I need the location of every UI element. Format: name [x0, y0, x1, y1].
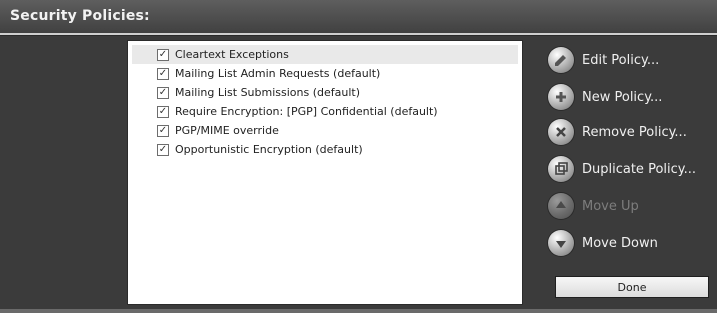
list-item[interactable]: ✓ Mailing List Admin Requests (default) [132, 64, 518, 83]
duplicate-policy-label: Duplicate Policy... [582, 161, 697, 177]
policy-label: PGP/MIME override [175, 124, 279, 137]
duplicate-icon [548, 156, 574, 182]
list-item[interactable]: ✓ Mailing List Submissions (default) [132, 83, 518, 102]
list-item[interactable]: ✓ PGP/MIME override [132, 121, 518, 140]
policy-checkbox[interactable]: ✓ [157, 124, 169, 137]
list-item[interactable]: ✓ Opportunistic Encryption (default) [132, 140, 518, 159]
policy-checkbox[interactable]: ✓ [157, 105, 169, 118]
arrow-up-icon [548, 193, 574, 219]
new-policy-label: New Policy... [582, 89, 663, 105]
x-icon [548, 119, 574, 145]
plus-icon [548, 84, 574, 110]
title-bar: Security Policies: [0, 0, 717, 36]
remove-policy-button[interactable]: Remove Policy... [548, 116, 713, 148]
window-title: Security Policies: [10, 8, 150, 24]
done-button[interactable]: Done [555, 276, 709, 298]
move-down-label: Move Down [582, 235, 658, 251]
policy-checkbox[interactable]: ✓ [157, 86, 169, 99]
window-bottom-edge [0, 309, 717, 313]
security-policies-window: Security Policies: ✓ Cleartext Exception… [0, 0, 717, 313]
arrow-down-icon [548, 230, 574, 256]
policy-checkbox[interactable]: ✓ [157, 48, 169, 61]
list-item[interactable]: ✓ Cleartext Exceptions [132, 45, 518, 64]
new-policy-button[interactable]: New Policy... [548, 81, 713, 113]
move-down-button[interactable]: Move Down [548, 227, 713, 259]
move-up-label: Move Up [582, 198, 639, 214]
list-item[interactable]: ✓ Require Encryption: [PGP] Confidential… [132, 102, 518, 121]
edit-policy-button[interactable]: Edit Policy... [548, 44, 713, 76]
move-up-button[interactable]: Move Up [548, 190, 713, 222]
policy-label: Cleartext Exceptions [175, 48, 289, 61]
policy-label: Require Encryption: [PGP] Confidential (… [175, 105, 438, 118]
duplicate-policy-button[interactable]: Duplicate Policy... [548, 153, 713, 185]
title-divider [0, 33, 717, 35]
policy-label: Mailing List Submissions (default) [175, 86, 361, 99]
policy-label: Opportunistic Encryption (default) [175, 143, 363, 156]
policy-checkbox[interactable]: ✓ [157, 67, 169, 80]
pencil-icon [548, 47, 574, 73]
remove-policy-label: Remove Policy... [582, 124, 687, 140]
policy-label: Mailing List Admin Requests (default) [175, 67, 381, 80]
policy-list[interactable]: ✓ Cleartext Exceptions ✓ Mailing List Ad… [127, 40, 523, 305]
edit-policy-label: Edit Policy... [582, 52, 660, 68]
policy-checkbox[interactable]: ✓ [157, 143, 169, 156]
